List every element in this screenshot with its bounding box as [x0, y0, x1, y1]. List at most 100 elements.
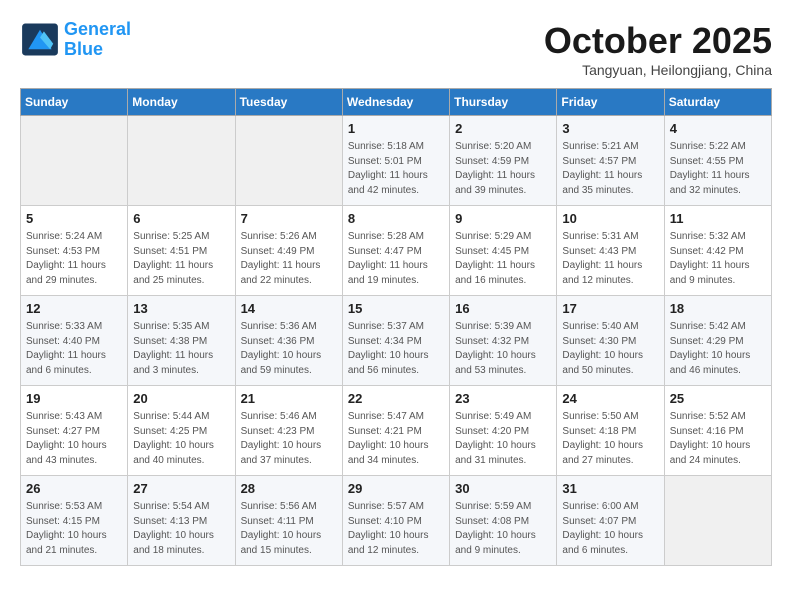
day-number: 18 — [670, 300, 766, 318]
calendar-cell: 13 Sunrise: 5:35 AM Sunset: 4:38 PM Dayli… — [128, 296, 235, 386]
day-info: Sunrise: 5:59 AM Sunset: 4:08 PM Dayligh… — [455, 500, 551, 558]
calendar-cell: 8Sunrise: 5:28 AM Sunset: 4:47 PM Daylig… — [342, 206, 449, 296]
day-number: 31 — [562, 480, 658, 498]
calendar-cell: 5 Sunrise: 5:24 AM Sunset: 4:53 PM Daylig… — [21, 206, 128, 296]
day-number: 24 — [562, 390, 658, 408]
calendar-table: SundayMondayTuesdayWednesdayThursdayFrid… — [20, 88, 772, 566]
day-number: 22 — [348, 390, 444, 408]
calendar-cell: 1 Sunrise: 5:18 AM Sunset: 5:01 PM Daylig… — [342, 116, 449, 206]
day-info: Sunrise: 5:35 AM Sunset: 4:38 PM Dayligh… — [133, 320, 229, 378]
calendar-body: 1 Sunrise: 5:18 AM Sunset: 5:01 PM Daylig… — [21, 116, 772, 566]
day-info: Sunrise: 5:29 AM Sunset: 4:45 PM Dayligh… — [455, 230, 551, 288]
calendar-cell: 19 Sunrise: 5:43 AM Sunset: 4:27 PM Dayli… — [21, 386, 128, 476]
day-info: Sunrise: 5:43 AM Sunset: 4:27 PM Dayligh… — [26, 410, 122, 468]
calendar-cell: 24 Sunrise: 5:50 AM Sunset: 4:18 PM Dayli… — [557, 386, 664, 476]
day-number: 21 — [241, 390, 337, 408]
day-number: 25 — [670, 390, 766, 408]
day-info: Sunrise: 5:40 AM Sunset: 4:30 PM Dayligh… — [562, 320, 658, 378]
week-row-4: 19 Sunrise: 5:43 AM Sunset: 4:27 PM Dayli… — [21, 386, 772, 476]
day-number: 2 — [455, 120, 551, 138]
day-number: 23 — [455, 390, 551, 408]
day-number: 1 — [348, 120, 444, 138]
day-number: 3 — [562, 120, 658, 138]
day-info: Sunrise: 5:57 AM Sunset: 4:10 PM Dayligh… — [348, 500, 444, 558]
week-row-2: 5 Sunrise: 5:24 AM Sunset: 4:53 PM Daylig… — [21, 206, 772, 296]
day-info: Sunrise: 5:18 AM Sunset: 5:01 PM Dayligh… — [348, 140, 444, 198]
logo: General Blue — [20, 20, 131, 60]
day-number: 14 — [241, 300, 337, 318]
week-row-5: 26 Sunrise: 5:53 AM Sunset: 4:15 PM Dayli… — [21, 476, 772, 566]
calendar-cell — [235, 116, 342, 206]
day-info: Sunrise: 5:42 AM Sunset: 4:29 PM Dayligh… — [670, 320, 766, 378]
day-info: Sunrise: 5:44 AM Sunset: 4:25 PM Dayligh… — [133, 410, 229, 468]
day-number: 27 — [133, 480, 229, 498]
calendar-cell: 2 Sunrise: 5:20 AM Sunset: 4:59 PM Daylig… — [450, 116, 557, 206]
day-info: Sunrise: 5:22 AM Sunset: 4:55 PM Dayligh… — [670, 140, 766, 198]
day-info: Sunrise: 5:25 AM Sunset: 4:51 PM Dayligh… — [133, 230, 229, 288]
calendar-cell: 15Sunrise: 5:37 AM Sunset: 4:34 PM Dayli… — [342, 296, 449, 386]
day-number: 4 — [670, 120, 766, 138]
calendar-cell: 27 Sunrise: 5:54 AM Sunset: 4:13 PM Dayli… — [128, 476, 235, 566]
weekday-header-tuesday: Tuesday — [235, 89, 342, 116]
day-info: Sunrise: 5:31 AM Sunset: 4:43 PM Dayligh… — [562, 230, 658, 288]
calendar-cell: 10 Sunrise: 5:31 AM Sunset: 4:43 PM Dayli… — [557, 206, 664, 296]
day-number: 17 — [562, 300, 658, 318]
day-number: 9 — [455, 210, 551, 228]
logo-icon — [20, 22, 60, 57]
calendar-cell: 20 Sunrise: 5:44 AM Sunset: 4:25 PM Dayli… — [128, 386, 235, 476]
calendar-cell: 21 Sunrise: 5:46 AM Sunset: 4:23 PM Dayli… — [235, 386, 342, 476]
day-info: Sunrise: 5:26 AM Sunset: 4:49 PM Dayligh… — [241, 230, 337, 288]
day-info: Sunrise: 5:56 AM Sunset: 4:11 PM Dayligh… — [241, 500, 337, 558]
day-info: Sunrise: 5:20 AM Sunset: 4:59 PM Dayligh… — [455, 140, 551, 198]
week-row-1: 1 Sunrise: 5:18 AM Sunset: 5:01 PM Daylig… — [21, 116, 772, 206]
weekday-header-friday: Friday — [557, 89, 664, 116]
day-number: 16 — [455, 300, 551, 318]
day-info: Sunrise: 5:54 AM Sunset: 4:13 PM Dayligh… — [133, 500, 229, 558]
calendar-cell: 23Sunrise: 5:49 AM Sunset: 4:20 PM Dayli… — [450, 386, 557, 476]
title-block: October 2025 Tangyuan, Heilongjiang, Chi… — [544, 20, 772, 78]
day-info: Sunrise: 6:00 AM Sunset: 4:07 PM Dayligh… — [562, 500, 658, 558]
calendar-cell — [21, 116, 128, 206]
calendar-cell: 7 Sunrise: 5:26 AM Sunset: 4:49 PM Daylig… — [235, 206, 342, 296]
logo-line2: Blue — [64, 39, 103, 59]
weekday-header-saturday: Saturday — [664, 89, 771, 116]
day-info: Sunrise: 5:46 AM Sunset: 4:23 PM Dayligh… — [241, 410, 337, 468]
calendar-cell: 9 Sunrise: 5:29 AM Sunset: 4:45 PM Daylig… — [450, 206, 557, 296]
day-number: 30 — [455, 480, 551, 498]
calendar-cell: 18 Sunrise: 5:42 AM Sunset: 4:29 PM Dayli… — [664, 296, 771, 386]
day-info: Sunrise: 5:24 AM Sunset: 4:53 PM Dayligh… — [26, 230, 122, 288]
day-info: Sunrise: 5:33 AM Sunset: 4:40 PM Dayligh… — [26, 320, 122, 378]
day-number: 6 — [133, 210, 229, 228]
calendar-cell: 3 Sunrise: 5:21 AM Sunset: 4:57 PM Daylig… — [557, 116, 664, 206]
day-number: 5 — [26, 210, 122, 228]
logo-line1: General — [64, 19, 131, 39]
day-number: 26 — [26, 480, 122, 498]
weekday-header-sunday: Sunday — [21, 89, 128, 116]
day-number: 15 — [348, 300, 444, 318]
day-number: 28 — [241, 480, 337, 498]
calendar-cell: 12 Sunrise: 5:33 AM Sunset: 4:40 PM Dayli… — [21, 296, 128, 386]
weekday-header-wednesday: Wednesday — [342, 89, 449, 116]
day-info: Sunrise: 5:47 AM Sunset: 4:21 PM Dayligh… — [348, 410, 444, 468]
page-header: General Blue October 2025 Tangyuan, Heil… — [20, 20, 772, 78]
weekday-header-monday: Monday — [128, 89, 235, 116]
calendar-cell: 17 Sunrise: 5:40 AM Sunset: 4:30 PM Dayli… — [557, 296, 664, 386]
day-number: 13 — [133, 300, 229, 318]
calendar-cell: 26 Sunrise: 5:53 AM Sunset: 4:15 PM Dayli… — [21, 476, 128, 566]
day-number: 7 — [241, 210, 337, 228]
day-number: 29 — [348, 480, 444, 498]
day-info: Sunrise: 5:21 AM Sunset: 4:57 PM Dayligh… — [562, 140, 658, 198]
day-info: Sunrise: 5:50 AM Sunset: 4:18 PM Dayligh… — [562, 410, 658, 468]
day-number: 10 — [562, 210, 658, 228]
day-number: 12 — [26, 300, 122, 318]
calendar-cell: 25Sunrise: 5:52 AM Sunset: 4:16 PM Dayli… — [664, 386, 771, 476]
day-number: 19 — [26, 390, 122, 408]
day-number: 20 — [133, 390, 229, 408]
calendar-cell — [664, 476, 771, 566]
day-info: Sunrise: 5:53 AM Sunset: 4:15 PM Dayligh… — [26, 500, 122, 558]
day-info: Sunrise: 5:28 AM Sunset: 4:47 PM Dayligh… — [348, 230, 444, 288]
week-row-3: 12 Sunrise: 5:33 AM Sunset: 4:40 PM Dayli… — [21, 296, 772, 386]
calendar-header: SundayMondayTuesdayWednesdayThursdayFrid… — [21, 89, 772, 116]
calendar-cell: 6 Sunrise: 5:25 AM Sunset: 4:51 PM Daylig… — [128, 206, 235, 296]
calendar-cell: 31 Sunrise: 6:00 AM Sunset: 4:07 PM Dayli… — [557, 476, 664, 566]
